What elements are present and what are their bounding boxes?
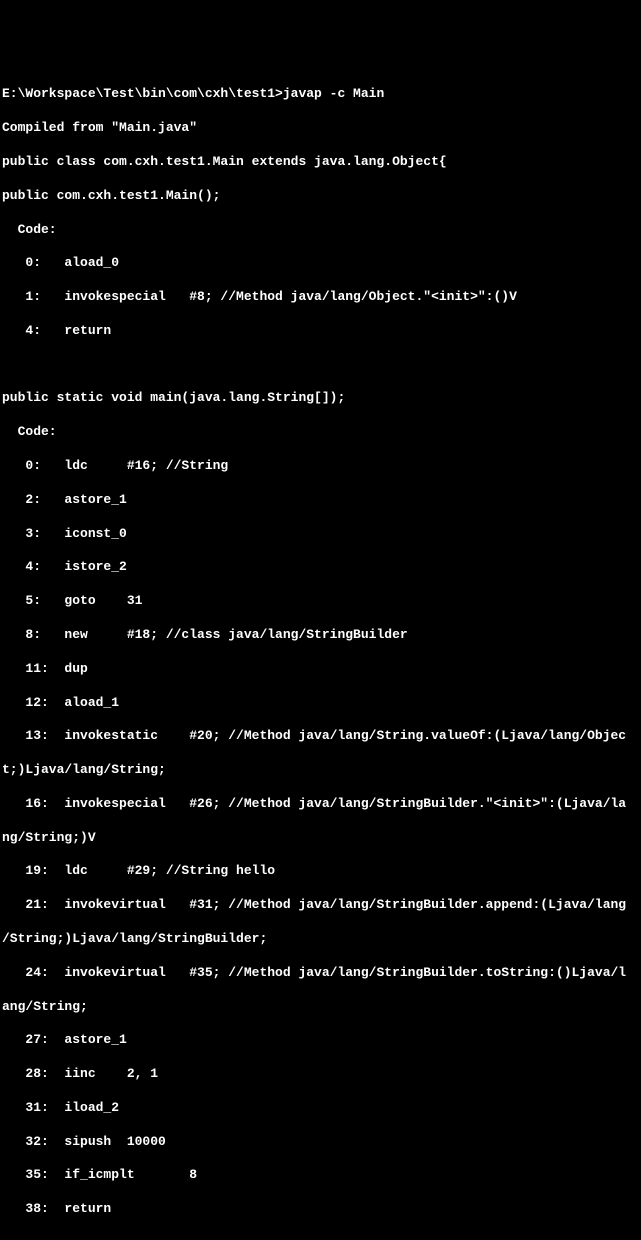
terminal-line: t;)Ljava/lang/String; bbox=[2, 762, 639, 779]
terminal-line: 21: invokevirtual #31; //Method java/lan… bbox=[2, 897, 639, 914]
terminal-line: 12: aload_1 bbox=[2, 695, 639, 712]
terminal-line: 1: invokespecial #8; //Method java/lang/… bbox=[2, 289, 639, 306]
terminal-line: 28: iinc 2, 1 bbox=[2, 1066, 639, 1083]
terminal-line: public static void main(java.lang.String… bbox=[2, 390, 639, 407]
terminal-line bbox=[2, 357, 639, 374]
terminal-line: ng/String;)V bbox=[2, 830, 639, 847]
terminal-line: 16: invokespecial #26; //Method java/lan… bbox=[2, 796, 639, 813]
terminal-output: E:\Workspace\Test\bin\com\cxh\test1>java… bbox=[2, 70, 639, 686]
terminal-line: 31: iload_2 bbox=[2, 1100, 639, 1117]
terminal-line: 3: iconst_0 bbox=[2, 526, 639, 543]
terminal-line: 19: ldc #29; //String hello bbox=[2, 863, 639, 880]
terminal-line: 32: sipush 10000 bbox=[2, 1134, 639, 1151]
terminal-line: 0: ldc #16; //String bbox=[2, 458, 639, 475]
terminal-line bbox=[2, 1235, 639, 1240]
terminal-line: 11: dup bbox=[2, 661, 639, 678]
terminal-line: 8: new #18; //class java/lang/StringBuil… bbox=[2, 627, 639, 644]
terminal-line: 4: istore_2 bbox=[2, 559, 639, 576]
terminal-line: Code: bbox=[2, 424, 639, 441]
terminal-line: Compiled from "Main.java" bbox=[2, 120, 639, 137]
terminal-line: /String;)Ljava/lang/StringBuilder; bbox=[2, 931, 639, 948]
terminal-line: 4: return bbox=[2, 323, 639, 340]
terminal-line: 5: goto 31 bbox=[2, 593, 639, 610]
terminal-line: 2: astore_1 bbox=[2, 492, 639, 509]
terminal-line: 35: if_icmplt 8 bbox=[2, 1167, 639, 1184]
terminal-line: ang/String; bbox=[2, 999, 639, 1016]
terminal-line: E:\Workspace\Test\bin\com\cxh\test1>java… bbox=[2, 86, 639, 103]
terminal-line: 24: invokevirtual #35; //Method java/lan… bbox=[2, 965, 639, 982]
terminal-line: Code: bbox=[2, 222, 639, 239]
terminal-line: public com.cxh.test1.Main(); bbox=[2, 188, 639, 205]
terminal-line: 27: astore_1 bbox=[2, 1032, 639, 1049]
terminal-line: 0: aload_0 bbox=[2, 255, 639, 272]
terminal-line: public class com.cxh.test1.Main extends … bbox=[2, 154, 639, 171]
terminal-line: 13: invokestatic #20; //Method java/lang… bbox=[2, 728, 639, 745]
terminal-line: 38: return bbox=[2, 1201, 639, 1218]
